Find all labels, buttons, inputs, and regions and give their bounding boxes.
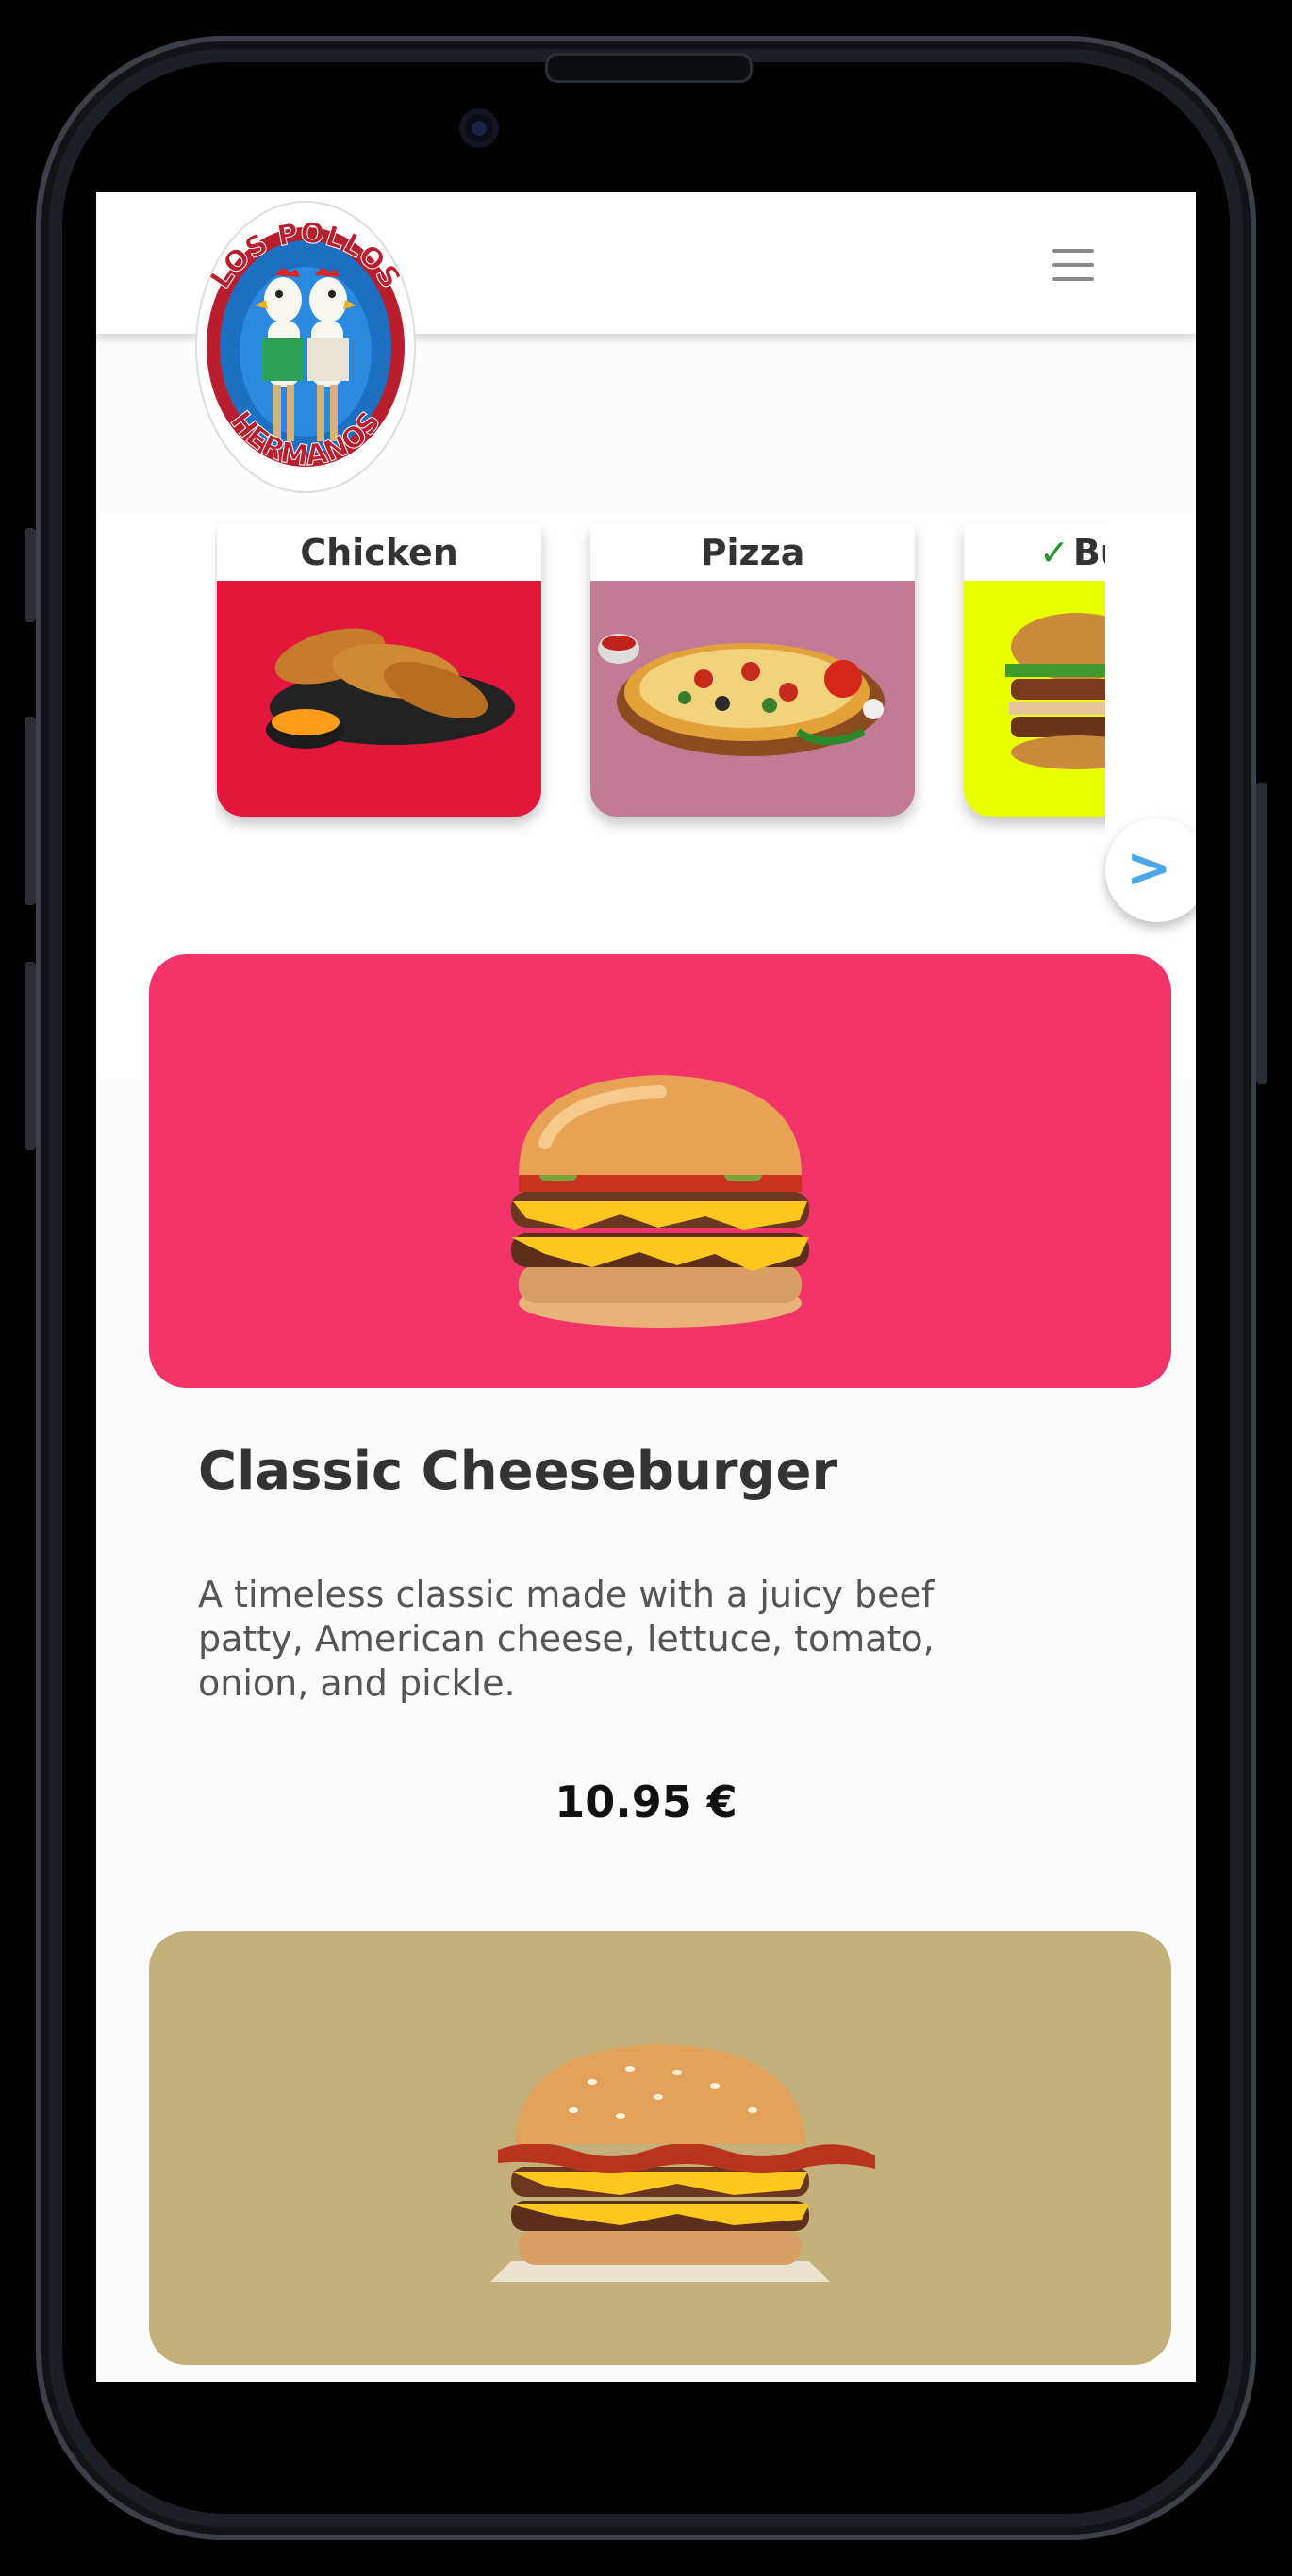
phone-volume-up-button (25, 717, 36, 905)
category-label: Pizza (590, 524, 915, 581)
category-card-chicken[interactable]: Chicken (217, 524, 541, 817)
menu-item-image-1[interactable] (149, 954, 1171, 1388)
hamburger-menu-icon[interactable] (1052, 249, 1094, 281)
phone-speaker (545, 53, 753, 83)
los-pollos-hermanos-logo[interactable]: LOS POLLOS HERMANOS (192, 196, 419, 498)
phone-power-button (1256, 783, 1267, 1084)
fried-chicken-image (217, 581, 541, 817)
phone-volume-down-button (25, 962, 36, 1150)
cheeseburger-image (511, 1075, 809, 1328)
menu-item-title: Classic Cheeseburger (198, 1441, 838, 1502)
menu-item-description: A timeless classic made with a juicy bee… (198, 1574, 935, 1704)
menu-item-image-2[interactable] (149, 1931, 1171, 2365)
category-label-selected: ✓Bu (964, 524, 1105, 581)
phone-side-button (25, 528, 36, 622)
bacon-cheeseburger-image (490, 2044, 875, 2282)
menu-item-price: 10.95 € (555, 1776, 737, 1827)
app-screen: LOS POLLOS HERMANOS Chicken Pizza ✓ B > … (96, 192, 1196, 2382)
pizza-image (590, 581, 915, 817)
burger-category-image (964, 581, 1105, 817)
category-label: Chicken (217, 524, 541, 581)
check-icon: ✓ (1039, 532, 1069, 573)
category-card-burgers[interactable]: ✓Bu (964, 524, 1105, 817)
category-card-pizza[interactable]: Pizza (590, 524, 915, 817)
front-camera (459, 108, 499, 148)
